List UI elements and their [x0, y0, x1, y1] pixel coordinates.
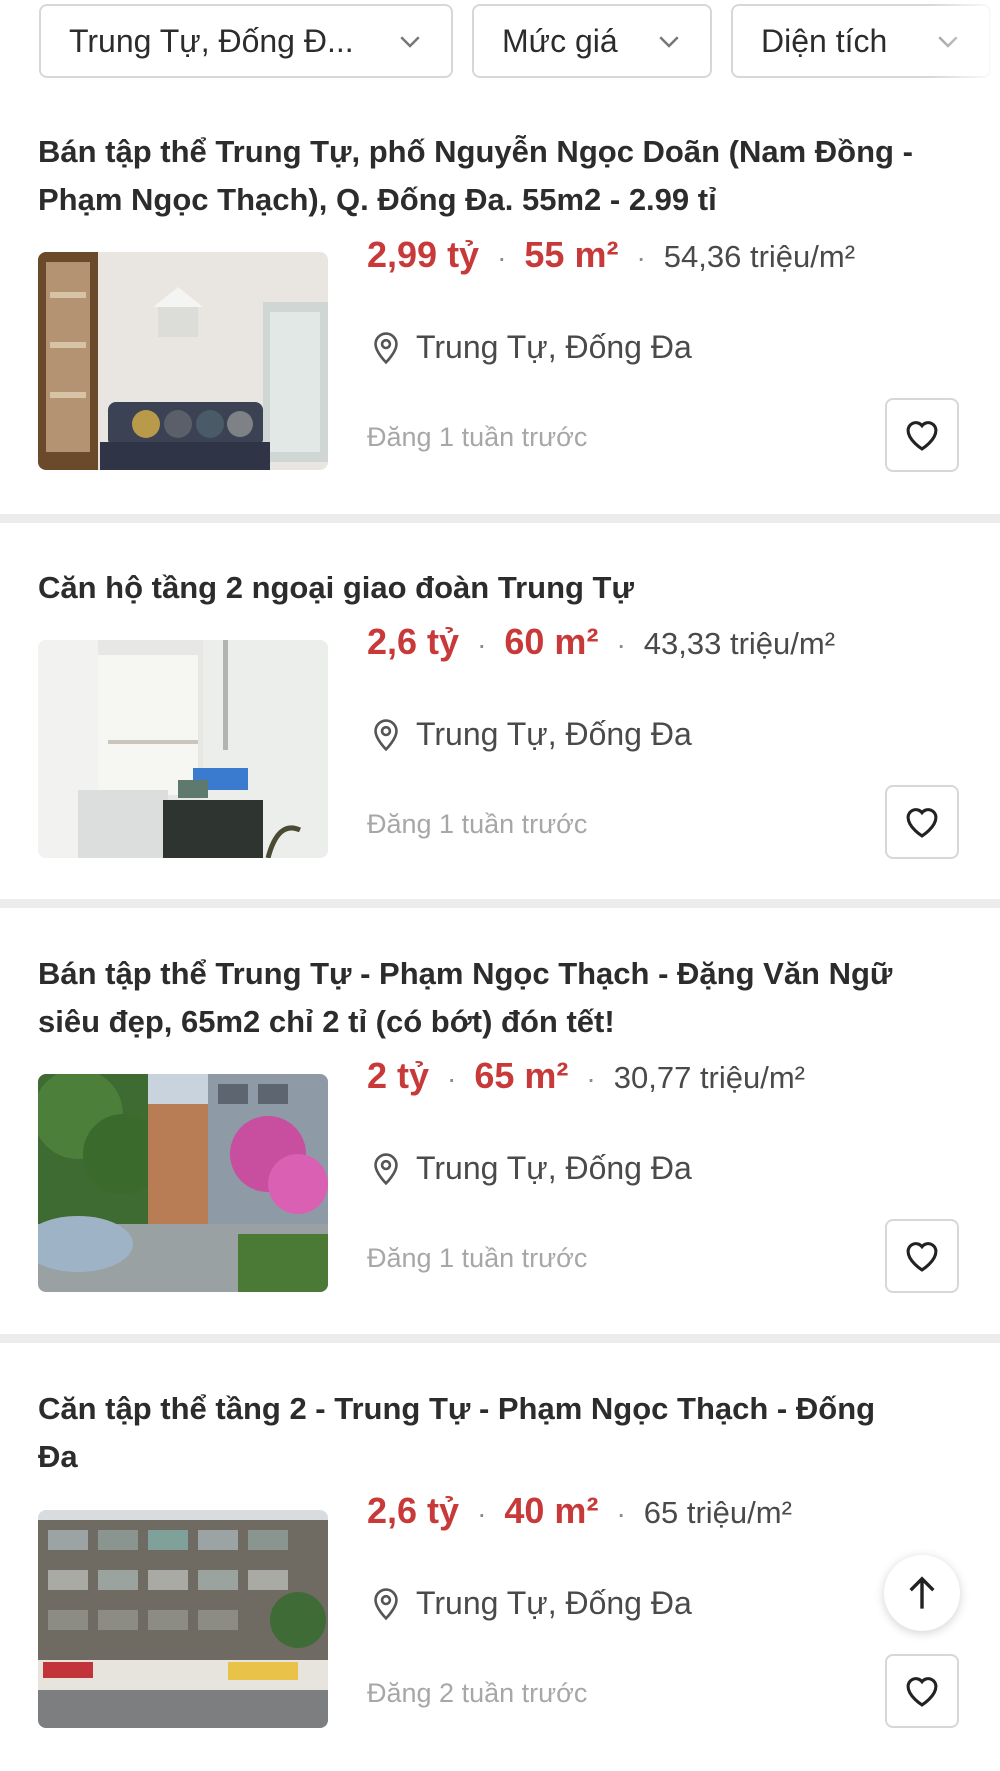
listing-location: Trung Tự, Đống Đa [370, 329, 692, 366]
listing-posted: Đăng 1 tuần trước [367, 809, 588, 839]
listing-divider [0, 899, 1000, 908]
listing-title[interactable]: Bán tập thể Trung Tự - Phạm Ngọc Thạch -… [38, 950, 918, 1046]
listing-card[interactable]: Căn hộ tầng 2 ngoại giao đoàn Trung Tự 2… [0, 523, 1000, 899]
filter-fade [930, 0, 1000, 100]
listing-price-per-m2: 65 triệu/m² [643, 1495, 792, 1530]
listing-location: Trung Tự, Đống Đa [370, 716, 692, 753]
listing-card[interactable]: Bán tập thể Trung Tự, phố Nguyễn Ngọc Do… [0, 104, 1000, 514]
listing-card[interactable]: Căn tập thể tầng 2 - Trung Tự - Phạm Ngọ… [0, 1343, 1000, 1771]
listing-location-text: Trung Tự, Đống Đa [416, 329, 692, 365]
separator-dot: · [616, 629, 626, 660]
listing-card[interactable]: Bán tập thể Trung Tự - Phạm Ngọc Thạch -… [0, 908, 1000, 1334]
map-pin-icon [374, 331, 398, 364]
listing-price-per-m2: 54,36 triệu/m² [663, 239, 856, 274]
listing-title[interactable]: Căn hộ tầng 2 ngoại giao đoàn Trung Tự [38, 564, 918, 612]
separator-dot: · [447, 1063, 457, 1094]
listing-meta: 2,6 tỷ · 40 m² · 65 triệu/m² [367, 1490, 792, 1532]
area-filter-label: Diện tích [761, 22, 888, 59]
separator-dot: · [636, 242, 646, 273]
separator-dot: · [477, 629, 487, 660]
location-filter-label: Trung Tự, Đống Đ... [69, 22, 354, 59]
favorite-button[interactable] [885, 785, 959, 859]
arrow-up-icon [909, 1576, 935, 1609]
listing-photo-living-room[interactable] [38, 252, 328, 470]
price-filter-label: Mức giá [502, 22, 618, 59]
listing-photo-kitchen[interactable] [38, 640, 328, 858]
listing-price-per-m2: 30,77 triệu/m² [613, 1060, 806, 1095]
listing-photo-street[interactable] [38, 1074, 328, 1292]
listing-price: 2,6 tỷ [367, 1490, 460, 1531]
price-filter[interactable]: Mức giá [472, 4, 712, 78]
location-filter[interactable]: Trung Tự, Đống Đ... [39, 4, 453, 78]
heart-icon [906, 808, 938, 838]
listing-price: 2,6 tỷ [367, 621, 460, 662]
listing-area: 60 m² [504, 621, 599, 662]
listing-posted: Đăng 2 tuần trước [367, 1678, 588, 1708]
separator-dot: · [497, 242, 507, 273]
listing-location-text: Trung Tự, Đống Đa [416, 1585, 692, 1621]
listing-divider [0, 1334, 1000, 1343]
listing-divider [0, 514, 1000, 523]
heart-icon [906, 1242, 938, 1272]
heart-icon [906, 1677, 938, 1707]
map-pin-icon [374, 718, 398, 751]
listing-title[interactable]: Căn tập thể tầng 2 - Trung Tự - Phạm Ngọ… [38, 1385, 918, 1481]
listing-location-text: Trung Tự, Đống Đa [416, 1150, 692, 1186]
map-pin-icon [374, 1587, 398, 1620]
listing-area: 40 m² [504, 1490, 599, 1531]
kitchen-image [38, 640, 328, 858]
heart-icon [906, 421, 938, 451]
separator-dot: · [477, 1498, 487, 1529]
listing-meta: 2,99 tỷ · 55 m² · 54,36 triệu/m² [367, 234, 855, 276]
filter-bar: Trung Tự, Đống Đ... Mức giá Diện tích [0, 0, 1000, 104]
chevron-down-icon [400, 36, 420, 48]
listing-location-text: Trung Tự, Đống Đa [416, 716, 692, 752]
scroll-to-top-button[interactable] [884, 1555, 960, 1631]
listing-title[interactable]: Bán tập thể Trung Tự, phố Nguyễn Ngọc Do… [38, 128, 918, 224]
separator-dot: · [586, 1063, 596, 1094]
living-room-image [38, 252, 328, 470]
listing-posted: Đăng 1 tuần trước [367, 422, 588, 452]
favorite-button[interactable] [885, 1654, 959, 1728]
listing-meta: 2,6 tỷ · 60 m² · 43,33 triệu/m² [367, 621, 835, 663]
separator-dot: · [616, 1498, 626, 1529]
listing-posted: Đăng 1 tuần trước [367, 1243, 588, 1273]
street-image [38, 1074, 328, 1292]
listing-meta: 2 tỷ · 65 m² · 30,77 triệu/m² [367, 1055, 805, 1097]
listing-price-per-m2: 43,33 triệu/m² [643, 626, 836, 661]
listing-price: 2,99 tỷ [367, 234, 480, 275]
listing-photo-apartment-block[interactable] [38, 1510, 328, 1728]
favorite-button[interactable] [885, 1219, 959, 1293]
listing-location: Trung Tự, Đống Đa [370, 1150, 692, 1187]
listing-area: 55 m² [524, 234, 619, 275]
favorite-button[interactable] [885, 398, 959, 472]
chevron-down-icon [659, 36, 679, 48]
listing-price: 2 tỷ [367, 1055, 430, 1096]
listing-location: Trung Tự, Đống Đa [370, 1585, 692, 1622]
apartment-block-image [38, 1510, 328, 1728]
listing-area: 65 m² [474, 1055, 569, 1096]
map-pin-icon [374, 1152, 398, 1185]
